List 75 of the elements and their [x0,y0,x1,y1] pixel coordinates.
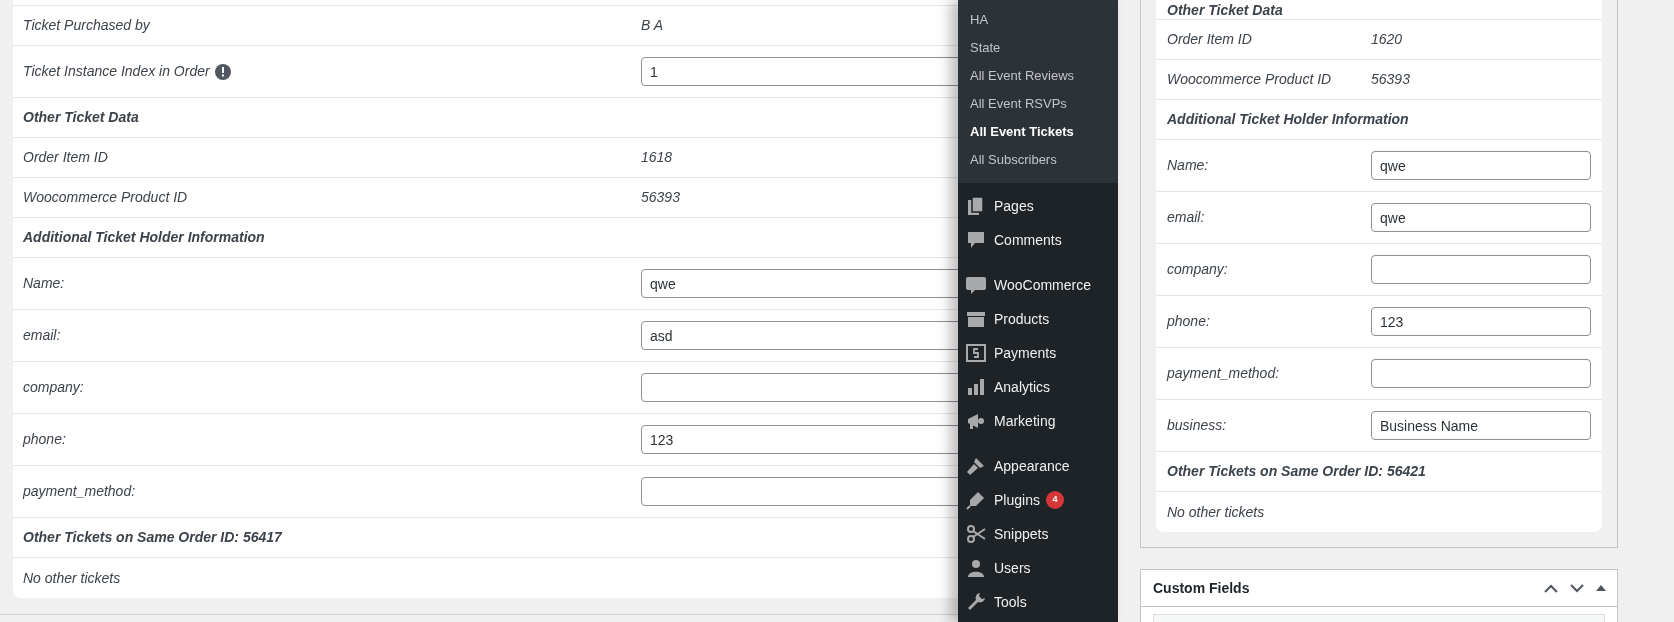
input-field[interactable]: asd [641,321,958,350]
field-label: No other tickets [23,568,121,588]
field-value: B A [641,16,664,35]
menu-item[interactable]: Snippets [958,517,1118,551]
input-field[interactable]: qwe [1371,203,1591,232]
submenu-item[interactable]: All Subscribers [958,146,1118,174]
input-field[interactable] [641,477,958,506]
field-label: phone: [23,430,66,449]
archive-box-icon [966,309,986,329]
field-label: email: [1167,208,1205,227]
field-label: payment_method: [1167,364,1280,383]
section-heading: Other Tickets on Same Order ID: 56417 [23,528,282,547]
section-heading: Other Tickets on Same Order ID: 56421 [1167,462,1426,481]
info-icon[interactable] [214,63,231,80]
chevron-down-icon [1570,583,1584,593]
field-label: Ticket Instance Index in Order [23,62,210,81]
input-field[interactable]: 1 [641,57,958,86]
input-field[interactable] [641,373,958,402]
megaphone-icon [966,411,986,431]
menu-item[interactable]: Plugins 4 [958,483,1118,517]
field-value: 56393 [1371,70,1410,89]
input-field[interactable] [1371,359,1591,388]
input-field[interactable]: qwe [641,269,958,298]
count-badge: 4 [1045,491,1064,509]
menu-item[interactable]: Products [958,302,1118,336]
section-heading: Additional Ticket Holder Information [1167,110,1409,129]
menu-item[interactable]: Analytics [958,370,1118,404]
menu-item[interactable]: Comments [958,223,1118,257]
menu-item[interactable]: Payments [958,336,1118,370]
submenu-item[interactable]: HA [958,6,1118,34]
field-label: No other tickets [1167,502,1265,522]
chevron-up-icon [1544,583,1558,593]
panel-title: Custom Fields [1153,578,1250,598]
field-label: payment_method: [23,482,136,501]
menu-item[interactable]: Tools [958,585,1118,619]
submenu-item[interactable]: State [958,34,1118,62]
speech-bubble-icon [966,230,986,250]
section-heading: Additional Ticket Holder Information [23,228,265,247]
input-field[interactable]: 123 [1371,307,1591,336]
field-label: Order Item ID [1167,30,1252,49]
menu-item[interactable]: WooCommerce [958,268,1118,302]
submenu-item[interactable]: All Event Reviews [958,62,1118,90]
field-label: phone: [1167,312,1210,331]
menu-item[interactable]: Users [958,551,1118,585]
wrench-icon [966,592,986,612]
section-heading: Other Ticket Data [1167,1,1283,20]
field-label: email: [23,326,61,345]
input-field[interactable] [1371,255,1591,284]
bar-chart-icon [966,377,986,397]
field-label: Woocommerce Product ID [23,188,188,207]
field-label: Name: [23,274,65,293]
menu-item[interactable]: Appearance [958,449,1118,483]
field-label: Ticket Purchased by [23,16,150,35]
field-label: company: [1167,260,1228,279]
menu-item[interactable]: Marketing [958,404,1118,438]
submenu-item[interactable]: All Event Tickets [958,118,1118,146]
menu-item[interactable]: Pages [958,189,1118,223]
field-value: 1620 [1371,30,1403,49]
section-heading: Other Ticket Data [23,108,139,127]
triangle-up-icon [1596,585,1606,591]
input-field[interactable]: 123 [641,425,958,454]
field-label: business: [1167,416,1227,435]
field-label: company: [23,378,84,397]
pages-icon [966,196,986,216]
field-value: 56393 [641,188,680,207]
field-label: Order Item ID [23,148,108,167]
scissors-icon [966,524,986,544]
dollar-card-icon [966,343,986,363]
field-label: Woocommerce Product ID [1167,70,1332,89]
input-field[interactable]: Business Name [1371,411,1591,440]
field-value: 1618 [641,148,673,167]
field-label: Name: [1167,156,1209,175]
submenu-item[interactable]: All Event RSVPs [958,90,1118,118]
input-field[interactable]: qwe [1371,151,1591,180]
user-icon [966,558,986,578]
